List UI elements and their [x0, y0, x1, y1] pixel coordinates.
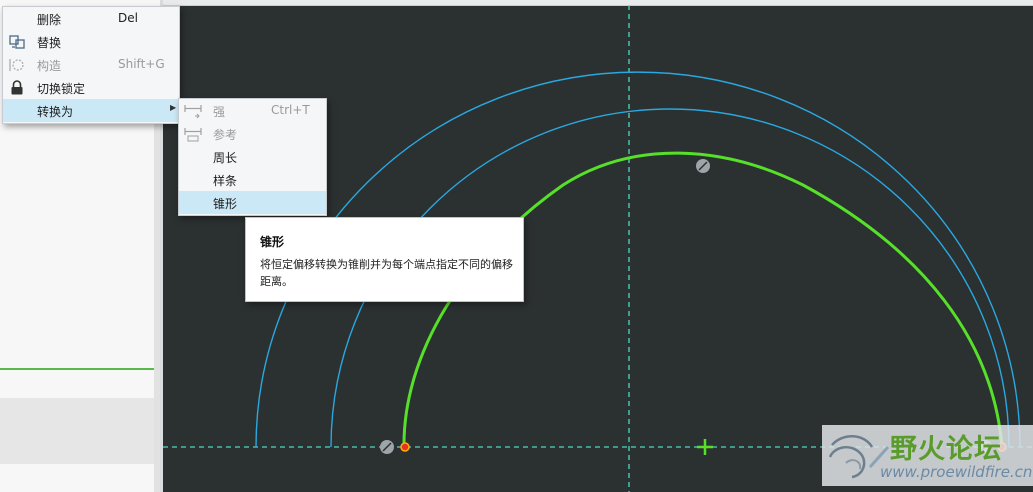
submenu-item-taper[interactable]: 锥形 — [179, 191, 326, 214]
menu-item-shortcut: Del — [118, 11, 138, 25]
menu-item-label: 删除 — [37, 13, 62, 27]
reference-dimension-icon — [184, 125, 202, 142]
menu-item-label: 周长 — [213, 151, 238, 165]
menu-item-label: 替换 — [37, 36, 62, 50]
menu-item-toggle-lock[interactable]: 切换锁定 — [3, 76, 179, 99]
menu-item-shortcut: Ctrl+T — [271, 103, 310, 117]
strong-dimension-icon — [184, 102, 202, 119]
replace-icon — [8, 33, 26, 50]
menu-item-label: 样条 — [213, 174, 238, 188]
convert-submenu: 强 Ctrl+T 参考 周长 样条 锥形 — [178, 98, 327, 216]
menu-item-label: 参考 — [213, 128, 238, 142]
panel-divider — [0, 368, 154, 370]
submenu-item-reference[interactable]: 参考 — [179, 122, 326, 145]
menu-item-label: 转换为 — [37, 105, 74, 119]
dimension-handle-left[interactable] — [380, 440, 394, 454]
watermark: 野火论坛 www.proewildfire.cn — [822, 425, 1033, 486]
menu-item-label: 锥形 — [213, 197, 238, 211]
submenu-arrow-icon: ▶ — [170, 103, 177, 112]
menu-item-delete[interactable]: 删除 Del — [3, 7, 179, 30]
panel-section — [0, 398, 154, 464]
context-menu: 删除 Del 替换 构造 Shift+G 切换锁定 转换为 ▶ — [2, 6, 180, 124]
watermark-url: www.proewildfire.cn — [880, 463, 1033, 481]
menu-item-replace[interactable]: 替换 — [3, 30, 179, 53]
lock-icon — [8, 79, 26, 96]
construction-icon — [8, 56, 26, 73]
tooltip-title: 锥形 — [260, 235, 285, 249]
tooltip-body: 将恒定偏移转换为锥削并为每个端点指定不同的偏移距离。 — [260, 258, 513, 288]
dimension-handle-top[interactable] — [696, 159, 710, 173]
submenu-item-perimeter[interactable]: 周长 — [179, 145, 326, 168]
submenu-item-strong[interactable]: 强 Ctrl+T — [179, 99, 326, 122]
menu-item-label: 强 — [213, 105, 226, 119]
arc-start-endpoint[interactable] — [400, 442, 410, 452]
menu-item-label: 切换锁定 — [37, 82, 86, 96]
menu-item-convert-to[interactable]: 转换为 ▶ — [3, 99, 179, 122]
submenu-item-spline[interactable]: 样条 — [179, 168, 326, 191]
watermark-title: 野火论坛 — [890, 434, 1002, 465]
menu-item-shortcut: Shift+G — [118, 57, 165, 71]
menu-item-label: 构造 — [37, 59, 62, 73]
menu-item-construction[interactable]: 构造 Shift+G — [3, 53, 179, 76]
tooltip: 锥形 将恒定偏移转换为锥削并为每个端点指定不同的偏移距离。 — [245, 217, 524, 302]
